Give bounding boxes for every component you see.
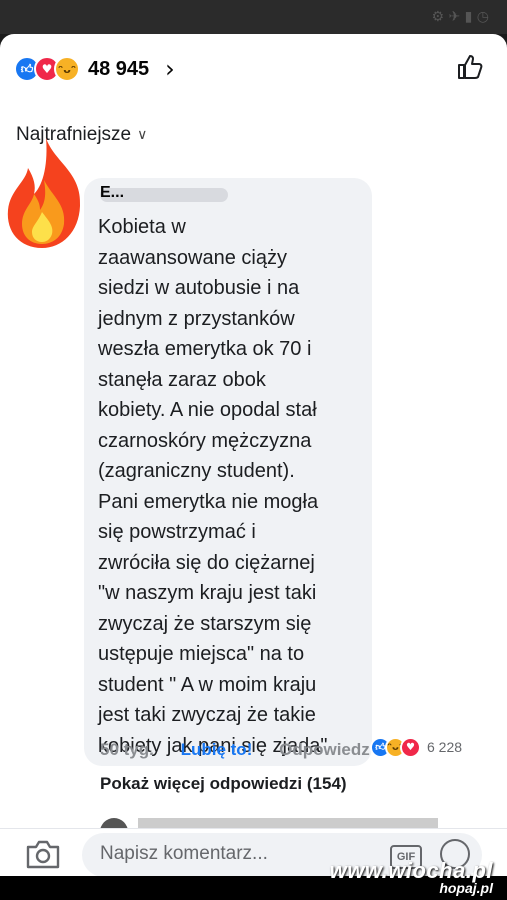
comment-reaction-count: 6 228 bbox=[427, 739, 463, 755]
reply-button[interactable]: Odpowiedz bbox=[279, 740, 370, 759]
next-comment-text bbox=[138, 818, 438, 828]
chevron-right-icon[interactable]: › bbox=[165, 55, 175, 83]
haha-icon: ᵔᴗᵔ bbox=[54, 56, 80, 82]
comment-text: Kobieta w zaawansowane ciąży siedzi w au… bbox=[98, 216, 328, 757]
fire-emoji-icon bbox=[7, 138, 81, 248]
status-icons: ⚙ ✈ ▮ ◷ bbox=[431, 9, 489, 25]
camera-icon[interactable] bbox=[24, 837, 62, 871]
avatar bbox=[100, 818, 128, 828]
comments-sheet: 👍︎ ♥ ᵔᴗᵔ 48 945 › Najtrafniejsze ∨ E... … bbox=[0, 34, 507, 876]
watermark-secondary: hopaj.pl bbox=[439, 880, 493, 896]
next-comment-peek bbox=[100, 818, 460, 828]
comment-input-placeholder: Napisz komentarz... bbox=[100, 843, 268, 864]
comment-actions: 50 tyg. Lubię to! Odpowiedz bbox=[100, 740, 392, 760]
reaction-summary[interactable]: 👍︎ ♥ ᵔᴗᵔ 48 945 › bbox=[14, 55, 175, 83]
show-more-replies-link[interactable]: Pokaż więcej odpowiedzi (154) bbox=[100, 774, 347, 794]
author-name[interactable]: E... bbox=[100, 184, 124, 202]
comment-time: 50 tyg. bbox=[100, 740, 154, 759]
reaction-total: 48 945 bbox=[88, 57, 150, 80]
status-bar: ⚙ ✈ ▮ ◷ bbox=[0, 0, 507, 34]
chevron-down-icon: ∨ bbox=[137, 127, 148, 143]
love-icon: ♥ bbox=[400, 736, 421, 758]
like-outline-icon[interactable] bbox=[455, 52, 485, 82]
comment-bubble[interactable]: E... Kobieta w zaawansowane ciąży siedzi… bbox=[84, 178, 372, 766]
like-button[interactable]: Lubię to! bbox=[181, 740, 253, 759]
